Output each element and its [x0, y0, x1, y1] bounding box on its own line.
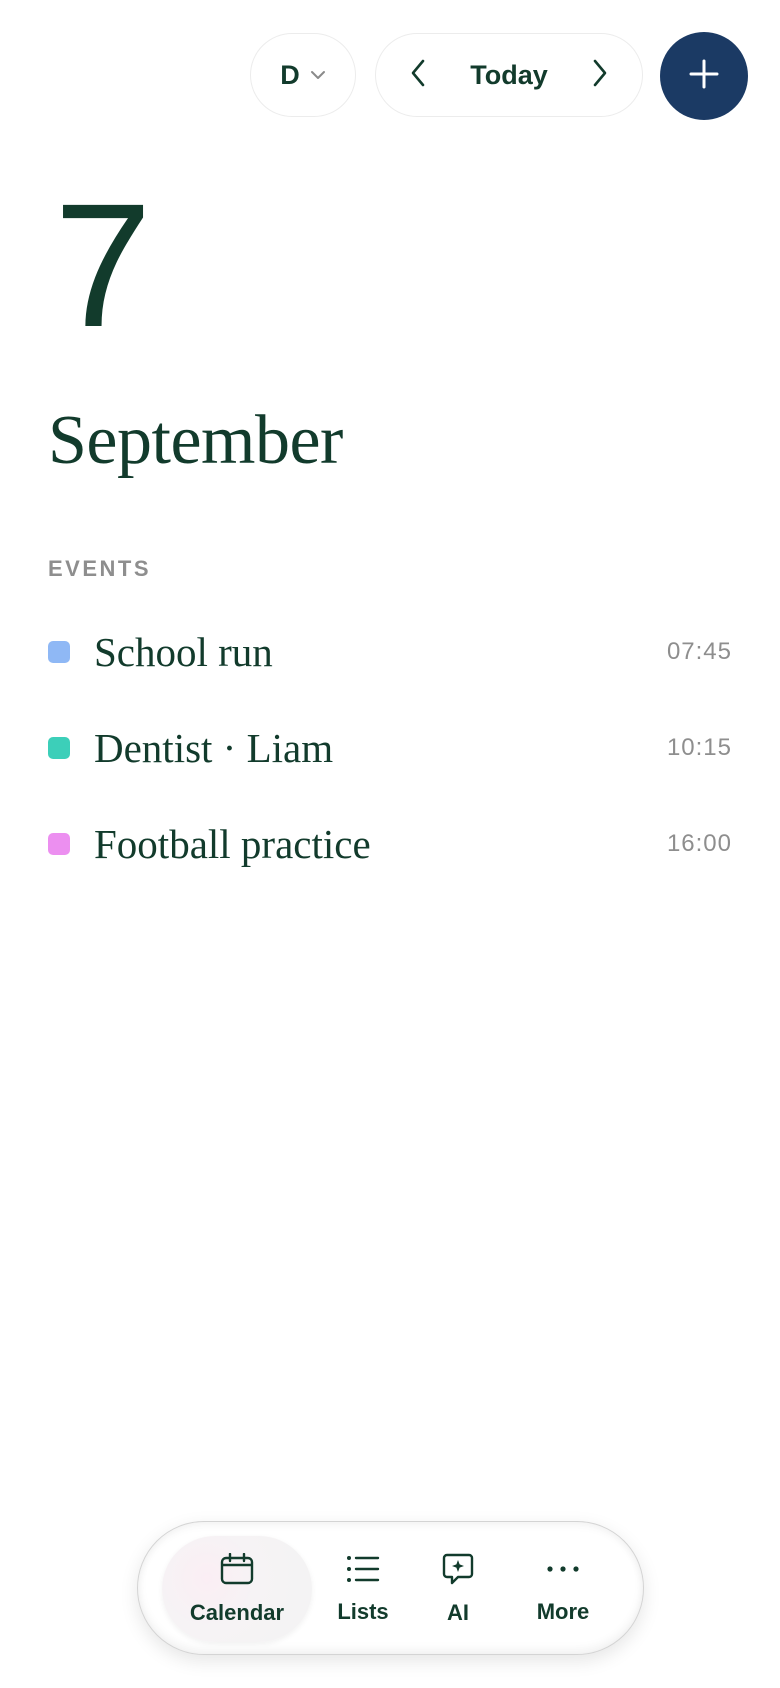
- chevron-left-icon: [410, 59, 426, 92]
- day-number: 7: [54, 168, 152, 364]
- view-mode-dropdown[interactable]: D: [250, 33, 356, 117]
- tab-lists-label: Lists: [337, 1598, 389, 1624]
- event-time: 16:00: [666, 830, 732, 857]
- previous-day-button[interactable]: [398, 55, 438, 95]
- events-heading: EVENTS: [48, 556, 152, 581]
- event-color-dot: [48, 833, 70, 855]
- event-color-dot: [48, 737, 70, 759]
- chevron-right-icon: [592, 59, 608, 92]
- tab-ai[interactable]: AI: [418, 1536, 498, 1642]
- add-event-button[interactable]: [660, 32, 748, 120]
- event-time: 07:45: [666, 638, 732, 665]
- event-item[interactable]: School run 07:45: [48, 604, 732, 700]
- bottom-tab-bar: Calendar Lists AI More: [137, 1521, 644, 1655]
- ai-chat-icon: [442, 1553, 474, 1590]
- event-item[interactable]: Dentist · Liam 10:15: [48, 700, 732, 796]
- event-color-dot: [48, 641, 70, 663]
- event-title: Dentist · Liam: [94, 725, 334, 771]
- tab-more-label: More: [536, 1598, 590, 1624]
- tab-calendar[interactable]: Calendar: [162, 1536, 312, 1642]
- events-list: School run 07:45 Dentist · Liam 10:15 Fo…: [48, 604, 732, 892]
- tab-ai-label: AI: [447, 1599, 469, 1625]
- date-navigator: Today: [375, 33, 643, 117]
- event-title: Football practice: [94, 821, 371, 867]
- month-name: September: [48, 402, 343, 479]
- tab-lists[interactable]: Lists: [318, 1536, 408, 1642]
- more-icon: [546, 1554, 580, 1589]
- chevron-down-icon: [310, 70, 326, 80]
- plus-icon: [688, 58, 720, 95]
- list-icon: [346, 1554, 380, 1589]
- tab-calendar-label: Calendar: [189, 1599, 285, 1625]
- today-button[interactable]: Today: [470, 60, 548, 91]
- event-time: 10:15: [666, 734, 732, 761]
- next-day-button[interactable]: [580, 55, 620, 95]
- view-mode-label: D: [280, 59, 300, 90]
- tab-more[interactable]: More: [508, 1536, 618, 1642]
- calendar-icon: [220, 1552, 254, 1590]
- event-item[interactable]: Football practice 16:00: [48, 796, 732, 892]
- event-title: School run: [94, 629, 273, 675]
